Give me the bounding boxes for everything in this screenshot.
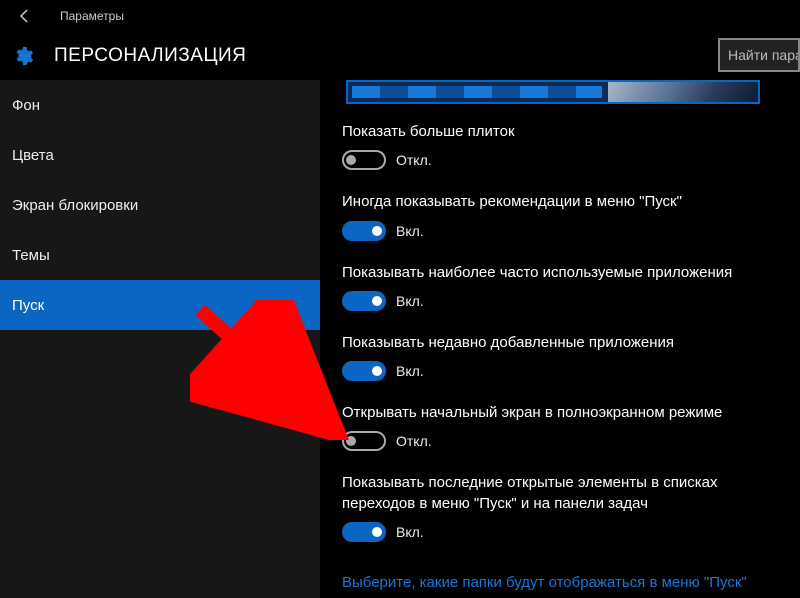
sidebar-item-label: Пуск bbox=[12, 297, 44, 314]
setting-label: Показать больше плиток bbox=[342, 122, 772, 142]
choose-folders-link[interactable]: Выберите, какие папки будут отображаться… bbox=[342, 574, 747, 591]
search-placeholder: Найти пара bbox=[728, 47, 800, 63]
sidebar-item-label: Темы bbox=[12, 247, 50, 264]
setting-4: Открывать начальный экран в полноэкранно… bbox=[342, 403, 794, 451]
toggle-state-label: Вкл. bbox=[396, 524, 424, 540]
toggle-state-label: Откл. bbox=[396, 152, 432, 168]
setting-label: Иногда показывать рекомендации в меню "П… bbox=[342, 192, 772, 212]
toggle-switch[interactable] bbox=[342, 291, 386, 311]
setting-2: Показывать наиболее часто используемые п… bbox=[342, 263, 794, 311]
sidebar-item-label: Экран блокировки bbox=[12, 197, 138, 214]
search-input[interactable]: Найти пара bbox=[718, 38, 800, 72]
gear-icon bbox=[12, 45, 34, 67]
setting-1: Иногда показывать рекомендации в меню "П… bbox=[342, 192, 794, 240]
setting-label: Показывать последние открытые элементы в… bbox=[342, 473, 772, 514]
setting-label: Показывать недавно добавленные приложени… bbox=[342, 333, 772, 353]
setting-3: Показывать недавно добавленные приложени… bbox=[342, 333, 794, 381]
toggle-switch[interactable] bbox=[342, 221, 386, 241]
sidebar-item-label: Цвета bbox=[12, 147, 54, 164]
toggle-switch[interactable] bbox=[342, 431, 386, 451]
setting-label: Показывать наиболее часто используемые п… bbox=[342, 263, 772, 283]
toggle-switch[interactable] bbox=[342, 150, 386, 170]
sidebar-item-1[interactable]: Цвета bbox=[0, 130, 320, 180]
content-pane: Показать больше плиток Откл. Иногда показы… bbox=[320, 80, 800, 598]
toggle-state-label: Вкл. bbox=[396, 293, 424, 309]
sidebar: Фон Цвета Экран блокировки Темы Пуск bbox=[0, 80, 320, 598]
setting-5: Показывать последние открытые элементы в… bbox=[342, 473, 794, 542]
toggle-switch[interactable] bbox=[342, 361, 386, 381]
back-button[interactable] bbox=[10, 1, 40, 31]
page-title: ПЕРСОНАЛИЗАЦИЯ bbox=[54, 45, 246, 67]
setting-label: Открывать начальный экран в полноэкранно… bbox=[342, 403, 772, 423]
sidebar-item-3[interactable]: Темы bbox=[0, 230, 320, 280]
window-title: Параметры bbox=[60, 9, 124, 23]
sidebar-item-2[interactable]: Экран блокировки bbox=[0, 180, 320, 230]
setting-0: Показать больше плиток Откл. bbox=[342, 122, 794, 170]
sidebar-item-0[interactable]: Фон bbox=[0, 80, 320, 130]
sidebar-item-label: Фон bbox=[12, 97, 40, 114]
start-preview bbox=[346, 80, 760, 104]
toggle-switch[interactable] bbox=[342, 522, 386, 542]
toggle-state-label: Откл. bbox=[396, 433, 432, 449]
sidebar-item-4[interactable]: Пуск bbox=[0, 280, 320, 330]
toggle-state-label: Вкл. bbox=[396, 363, 424, 379]
toggle-state-label: Вкл. bbox=[396, 223, 424, 239]
